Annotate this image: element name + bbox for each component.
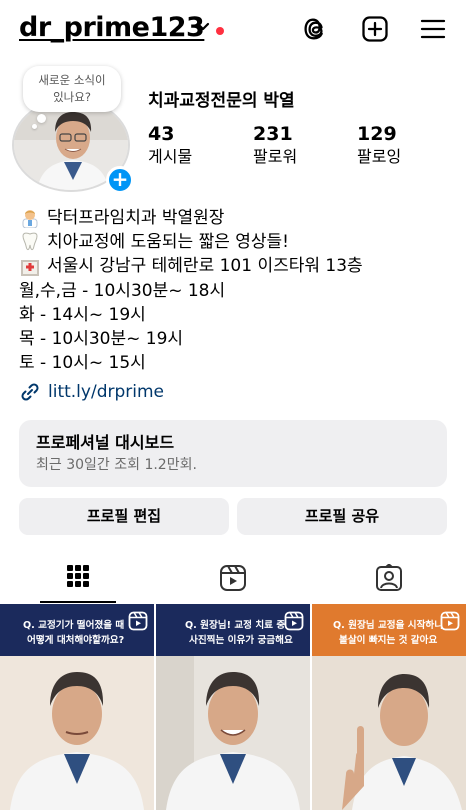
stat-followers-count: 231 [253, 123, 293, 145]
post-tile[interactable]: Q. 교정기가 떨어졌을 때 어떻게 대처해야할까요? [0, 604, 154, 810]
profile-header: dr_prime123 [0, 0, 466, 62]
post-caption-line: 사진찍는 이유가 궁금해요 [189, 635, 293, 646]
bio-line: 화 - 14시~ 19시 [19, 303, 363, 327]
tab-reels[interactable] [155, 555, 310, 603]
post-thumbnail-image [0, 656, 154, 810]
profile-bio: 닥터프라임치과 박열원장 치아교정에 도움되는 짧은 영상들! 서울시 강남구 … [19, 206, 363, 375]
dashboard-subtitle: 최근 30일간 조회 1.2만회. [36, 457, 197, 473]
chevron-down-icon[interactable] [196, 22, 210, 32]
bio-line: 닥터프라임치과 박열원장 [19, 206, 363, 230]
bio-text: 목 - 10시30분~ 19시 [19, 329, 184, 350]
stat-followers-label: 팔로워 [253, 147, 298, 166]
bio-text: 화 - 14시~ 19시 [19, 304, 146, 325]
note-bubble-text: 새로운 소식이 있나요? [38, 73, 106, 104]
tab-tagged[interactable] [311, 555, 466, 603]
stat-posts-count: 43 [148, 123, 175, 145]
edit-profile-button[interactable]: 프로필 편집 [19, 498, 229, 535]
bio-text: 토 - 10시~ 15시 [19, 353, 146, 374]
profile-link[interactable]: litt.ly/drprime [19, 381, 164, 403]
bio-text: 월,수,금 - 10시30분~ 18시 [19, 280, 226, 301]
reels-icon [219, 565, 246, 591]
username-switcher[interactable]: dr_prime123 [19, 12, 205, 43]
note-bubble-tail [32, 124, 37, 129]
stat-posts[interactable]: 43 게시물 [148, 122, 192, 168]
profile-avatar[interactable]: + [12, 98, 134, 198]
note-bubble[interactable]: 새로운 소식이 있나요? [23, 66, 121, 112]
bio-line: 치아교정에 도움되는 짧은 영상들! [19, 230, 363, 254]
bio-text: 치아교정에 도움되는 짧은 영상들! [47, 232, 289, 253]
post-thumbnail-image [156, 656, 310, 810]
bio-text: 닥터프라임치과 박열원장 [47, 208, 225, 228]
share-profile-button[interactable]: 프로필 공유 [237, 498, 447, 535]
stat-following-label: 팔로잉 [357, 147, 402, 166]
stat-following-count: 129 [357, 123, 397, 145]
posts-grid: Q. 교정기가 떨어졌을 때 어떻게 대처해야할까요? Q. 원장님! 교정 치… [0, 604, 466, 810]
profile-tabs [0, 555, 466, 603]
post-caption-line: 볼살이 빠지는 것 같아요 [339, 635, 438, 646]
reel-icon [440, 611, 460, 631]
reel-icon [284, 611, 304, 631]
menu-icon[interactable] [419, 15, 447, 43]
notification-dot [216, 27, 224, 35]
bio-line: 월,수,금 - 10시30분~ 18시 [19, 279, 363, 303]
reel-icon [128, 611, 148, 631]
grid-icon [66, 565, 89, 587]
post-caption-line: 어떻게 대처해야할까요? [27, 635, 125, 646]
note-bubble-tail [37, 114, 46, 123]
stat-followers[interactable]: 231 팔로워 [253, 122, 297, 168]
bio-line: 토 - 10시~ 15시 [19, 351, 363, 375]
dashboard-title: 프로페셔널 대시보드 [36, 433, 175, 452]
doctor-emoji-icon [22, 210, 38, 229]
post-tile[interactable]: Q. 원장님! 교정 치료 중 사진찍는 이유가 궁금해요 [156, 604, 310, 810]
tagged-icon [375, 564, 402, 591]
hospital-emoji-icon [21, 259, 39, 276]
stat-following[interactable]: 129 팔로잉 [357, 122, 401, 168]
add-story-icon[interactable]: + [106, 166, 134, 194]
profile-link-text[interactable]: litt.ly/drprime [48, 382, 164, 402]
link-icon [21, 383, 39, 401]
tab-posts-grid[interactable] [0, 555, 155, 603]
active-tab-indicator [40, 601, 116, 603]
post-tile[interactable]: Q. 원장님 교정을 시작하니 볼살이 빠지는 것 같아요 [312, 604, 466, 810]
display-name: 치과교정전문의 박열 [148, 91, 295, 111]
bio-line: 목 - 10시30분~ 19시 [19, 327, 363, 351]
bio-text: 서울시 강남구 테헤란로 101 이즈타워 13층 [47, 256, 363, 277]
bio-line: 서울시 강남구 테헤란로 101 이즈타워 13층 [19, 254, 363, 278]
post-thumbnail-image [312, 656, 466, 810]
tooth-emoji-icon [22, 232, 38, 251]
threads-icon[interactable] [302, 15, 330, 43]
stat-posts-label: 게시물 [148, 147, 193, 166]
professional-dashboard-card[interactable]: 프로페셔널 대시보드 최근 30일간 조회 1.2만회. [19, 420, 447, 487]
new-post-icon[interactable] [361, 15, 389, 43]
